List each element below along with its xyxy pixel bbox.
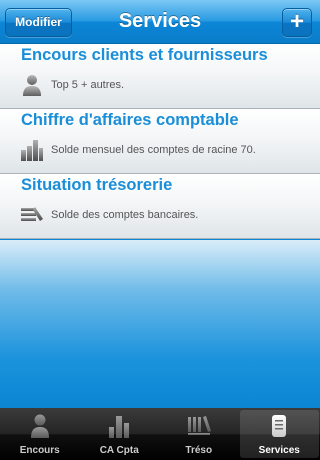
cell-subtitle: Top 5 + autres.	[51, 79, 125, 91]
tab-label: Tréso	[185, 445, 213, 456]
tab-label: CA Cpta	[99, 445, 139, 456]
database-icon	[272, 415, 287, 437]
tab-encours[interactable]: Encours	[0, 408, 80, 460]
books-icon	[21, 207, 43, 221]
services-list: Encours clients et fournisseurs Top 5 + …	[0, 44, 320, 239]
tab-ca-cpta[interactable]: CA Cpta	[80, 408, 160, 460]
cell-subtitle: Solde des comptes bancaires.	[51, 209, 199, 221]
tab-label: Services	[258, 445, 300, 456]
cell-title: Chiffre d'affaires comptable	[21, 111, 239, 129]
modifier-button[interactable]: Modifier	[5, 8, 72, 37]
list-item-tresorerie[interactable]: Situation trésorerie Solde des comptes b…	[0, 174, 320, 239]
tab-treso[interactable]: Tréso	[159, 408, 239, 460]
bar-chart-icon	[109, 416, 130, 438]
bar-chart-icon	[21, 140, 43, 161]
person-icon	[23, 75, 41, 96]
tab-label: Encours	[19, 445, 60, 456]
cell-title: Situation trésorerie	[21, 176, 173, 194]
add-button[interactable]: +	[282, 8, 312, 37]
cell-subtitle: Solde mensuel des comptes de racine 70.	[51, 144, 256, 156]
person-icon	[30, 414, 49, 438]
tab-bar: Encours CA Cpta Tréso Services	[0, 408, 320, 460]
navigation-bar: Modifier Services +	[0, 0, 320, 44]
cell-title: Encours clients et fournisseurs	[21, 46, 268, 64]
tab-services[interactable]: Services	[239, 410, 319, 458]
list-item-ca-comptable[interactable]: Chiffre d'affaires comptable Solde mensu…	[0, 109, 320, 174]
empty-content-area	[0, 240, 320, 408]
list-item-encours[interactable]: Encours clients et fournisseurs Top 5 + …	[0, 44, 320, 109]
books-icon	[187, 416, 211, 435]
